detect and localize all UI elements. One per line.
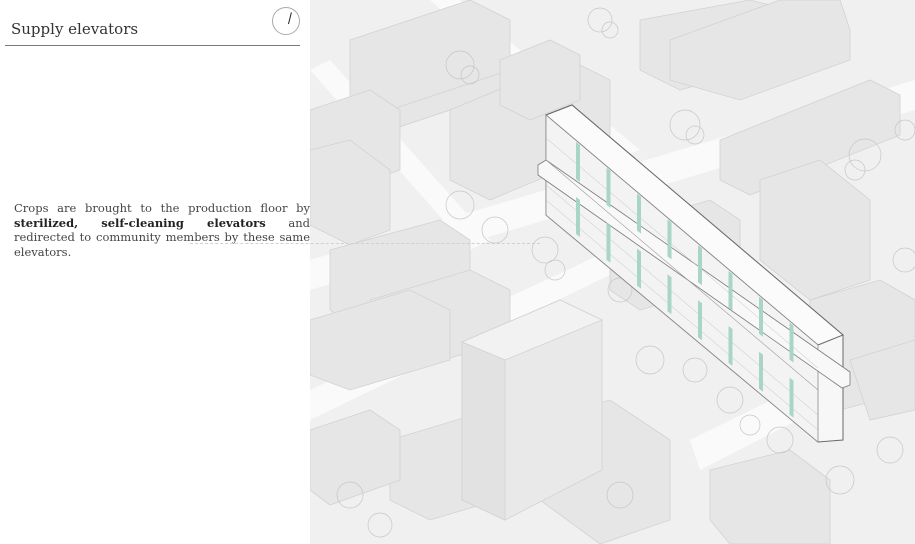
elevator-shaft — [759, 296, 763, 337]
description-text: Crops are brought to the production floo… — [14, 201, 310, 259]
elevator-shaft — [576, 197, 580, 237]
description-part1: Crops are brought to the production floo… — [14, 201, 310, 215]
title-divider — [5, 45, 300, 46]
elevator-shaft — [637, 248, 641, 289]
description-bold: sterilized, self-cleaning elevators — [14, 215, 266, 230]
elevator-shaft — [759, 351, 763, 392]
compass-dial-icon — [272, 7, 300, 35]
background-buildings — [310, 0, 915, 544]
page-title: Supply elevators — [11, 20, 139, 38]
elevator-shaft — [667, 219, 672, 260]
elevator-shaft — [789, 377, 794, 418]
elevator-shaft — [606, 167, 611, 208]
elevator-shaft — [698, 245, 702, 286]
city-illustration — [310, 0, 915, 544]
elevator-shaft — [728, 271, 733, 311]
axonometric-city-map — [310, 0, 915, 544]
elevator-shaft — [789, 322, 794, 363]
elevator-shaft — [637, 193, 641, 234]
elevator-shaft — [667, 274, 672, 315]
elevator-shaft — [606, 222, 611, 263]
elevator-shaft — [576, 142, 580, 182]
leader-line — [190, 243, 540, 244]
elevator-shaft — [728, 326, 733, 366]
elevator-shaft — [698, 300, 702, 341]
dial-needle — [288, 12, 292, 25]
info-panel: Supply elevators Crops are brought to th… — [0, 0, 310, 544]
